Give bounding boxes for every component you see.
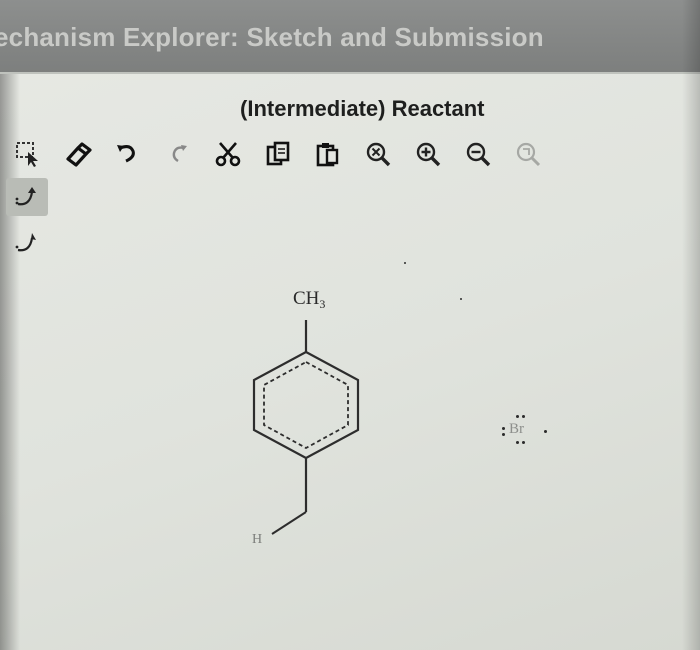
hydrogen-atom-label[interactable]: H	[252, 532, 262, 548]
br-lone-pair-dot	[502, 427, 505, 430]
br-lone-pair-dot	[516, 415, 519, 418]
toluene-ring[interactable]	[252, 320, 360, 535]
methyl-text: CH	[293, 288, 320, 309]
bromine-radical-label[interactable]: Br	[509, 421, 524, 438]
canvas-speck	[460, 298, 462, 300]
br-lone-pair-dot	[522, 415, 525, 418]
molecule-drawing	[252, 320, 360, 535]
methyl-subscript: 3	[319, 297, 326, 311]
methyl-group-label[interactable]: CH3	[293, 288, 325, 312]
br-lone-pair-dot	[502, 433, 505, 436]
br-radical-dot	[544, 430, 547, 433]
br-lone-pair-dot	[516, 441, 519, 444]
br-lone-pair-dot	[522, 441, 525, 444]
canvas-speck	[404, 262, 406, 264]
screen-edge-shadow	[682, 0, 700, 650]
